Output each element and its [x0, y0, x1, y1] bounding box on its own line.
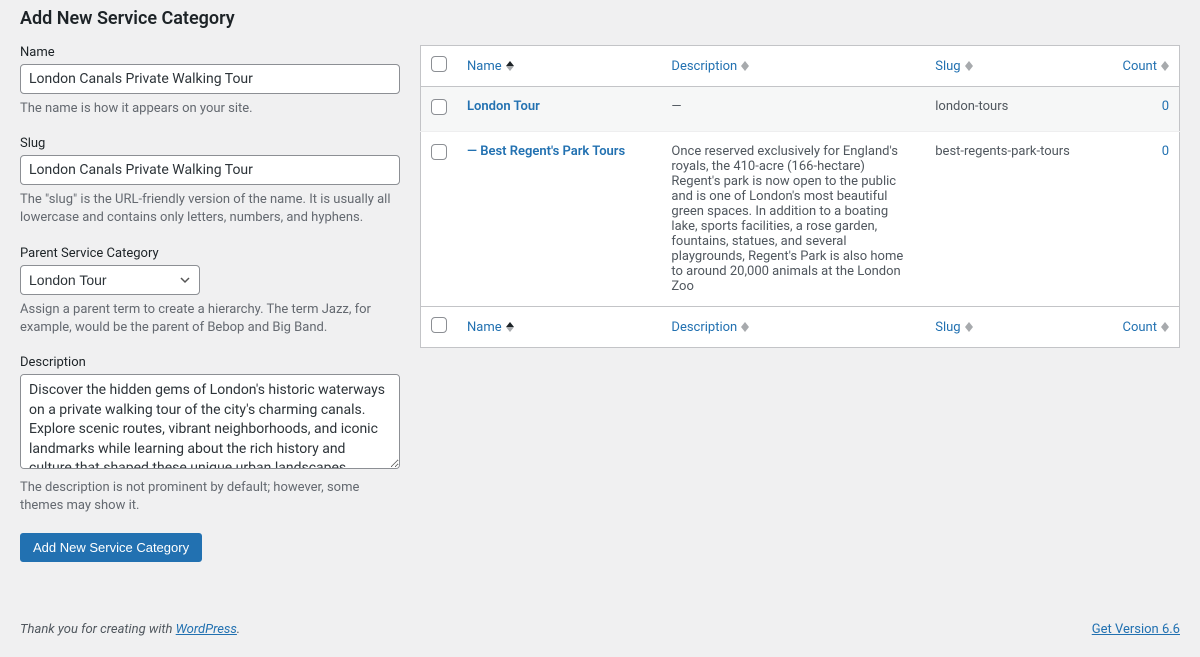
- table-row: London Tour — london-tours 0: [421, 87, 1180, 132]
- sort-icon: [1161, 322, 1169, 332]
- description-help: The description is not prominent by defa…: [20, 479, 400, 515]
- slug-label: Slug: [20, 136, 400, 151]
- row-description: Once reserved exclusively for England's …: [661, 132, 925, 307]
- sort-icon: [741, 322, 749, 332]
- sort-icon: [506, 322, 514, 332]
- name-help: The name is how it appears on your site.: [20, 100, 400, 118]
- parent-help: Assign a parent term to create a hierarc…: [20, 301, 400, 337]
- sort-icon: [506, 61, 514, 71]
- sort-icon: [965, 61, 973, 71]
- name-label: Name: [20, 45, 400, 60]
- name-input[interactable]: [20, 64, 400, 94]
- col-count-sort-bottom[interactable]: Count: [1123, 320, 1169, 335]
- version-link[interactable]: Get Version 6.6: [1092, 622, 1180, 637]
- parent-label: Parent Service Category: [20, 246, 400, 261]
- row-checkbox[interactable]: [431, 144, 447, 160]
- description-textarea[interactable]: Discover the hidden gems of London's his…: [20, 374, 400, 469]
- col-slug-sort-bottom[interactable]: Slug: [935, 320, 972, 335]
- table-row: — Best Regent's Park Tours Once reserved…: [421, 132, 1180, 307]
- submit-button[interactable]: Add New Service Category: [20, 533, 202, 562]
- row-count-link[interactable]: 0: [1162, 99, 1169, 114]
- col-description-sort[interactable]: Description: [671, 59, 749, 74]
- select-all-bottom[interactable]: [431, 317, 447, 333]
- col-description-sort-bottom[interactable]: Description: [671, 320, 749, 335]
- slug-input[interactable]: [20, 155, 400, 185]
- col-slug-sort[interactable]: Slug: [935, 59, 972, 74]
- parent-field-wrap: Parent Service Category London Tour Assi…: [20, 246, 400, 337]
- parent-select[interactable]: London Tour: [20, 265, 200, 295]
- terms-table-wrap: Name Description Slug Count London Tour …: [420, 45, 1180, 562]
- slug-help: The "slug" is the URL-friendly version o…: [20, 191, 400, 227]
- slug-field-wrap: Slug The "slug" is the URL-friendly vers…: [20, 136, 400, 227]
- add-form: Name The name is how it appears on your …: [20, 45, 400, 562]
- sort-icon: [965, 322, 973, 332]
- row-slug: london-tours: [925, 87, 1102, 132]
- sort-icon: [741, 61, 749, 71]
- select-all-top[interactable]: [431, 56, 447, 72]
- description-field-wrap: Description Discover the hidden gems of …: [20, 355, 400, 515]
- row-description: —: [661, 87, 925, 132]
- row-name-link[interactable]: London Tour: [467, 99, 540, 114]
- row-count-link[interactable]: 0: [1162, 144, 1169, 159]
- main-layout: Name The name is how it appears on your …: [20, 45, 1180, 562]
- wordpress-link[interactable]: WordPress: [176, 622, 237, 637]
- footer-thanks: Thank you for creating with WordPress.: [20, 622, 240, 637]
- col-name-sort[interactable]: Name: [467, 59, 514, 74]
- terms-table: Name Description Slug Count London Tour …: [420, 45, 1180, 348]
- sort-icon: [1161, 61, 1169, 71]
- col-count-sort[interactable]: Count: [1123, 59, 1169, 74]
- page-title: Add New Service Category: [20, 0, 1180, 45]
- admin-footer: Thank you for creating with WordPress. G…: [20, 622, 1180, 637]
- description-label: Description: [20, 355, 400, 370]
- row-checkbox[interactable]: [431, 99, 447, 115]
- col-name-sort-bottom[interactable]: Name: [467, 320, 514, 335]
- row-name-link[interactable]: — Best Regent's Park Tours: [467, 144, 625, 159]
- row-slug: best-regents-park-tours: [925, 132, 1102, 307]
- name-field-wrap: Name The name is how it appears on your …: [20, 45, 400, 118]
